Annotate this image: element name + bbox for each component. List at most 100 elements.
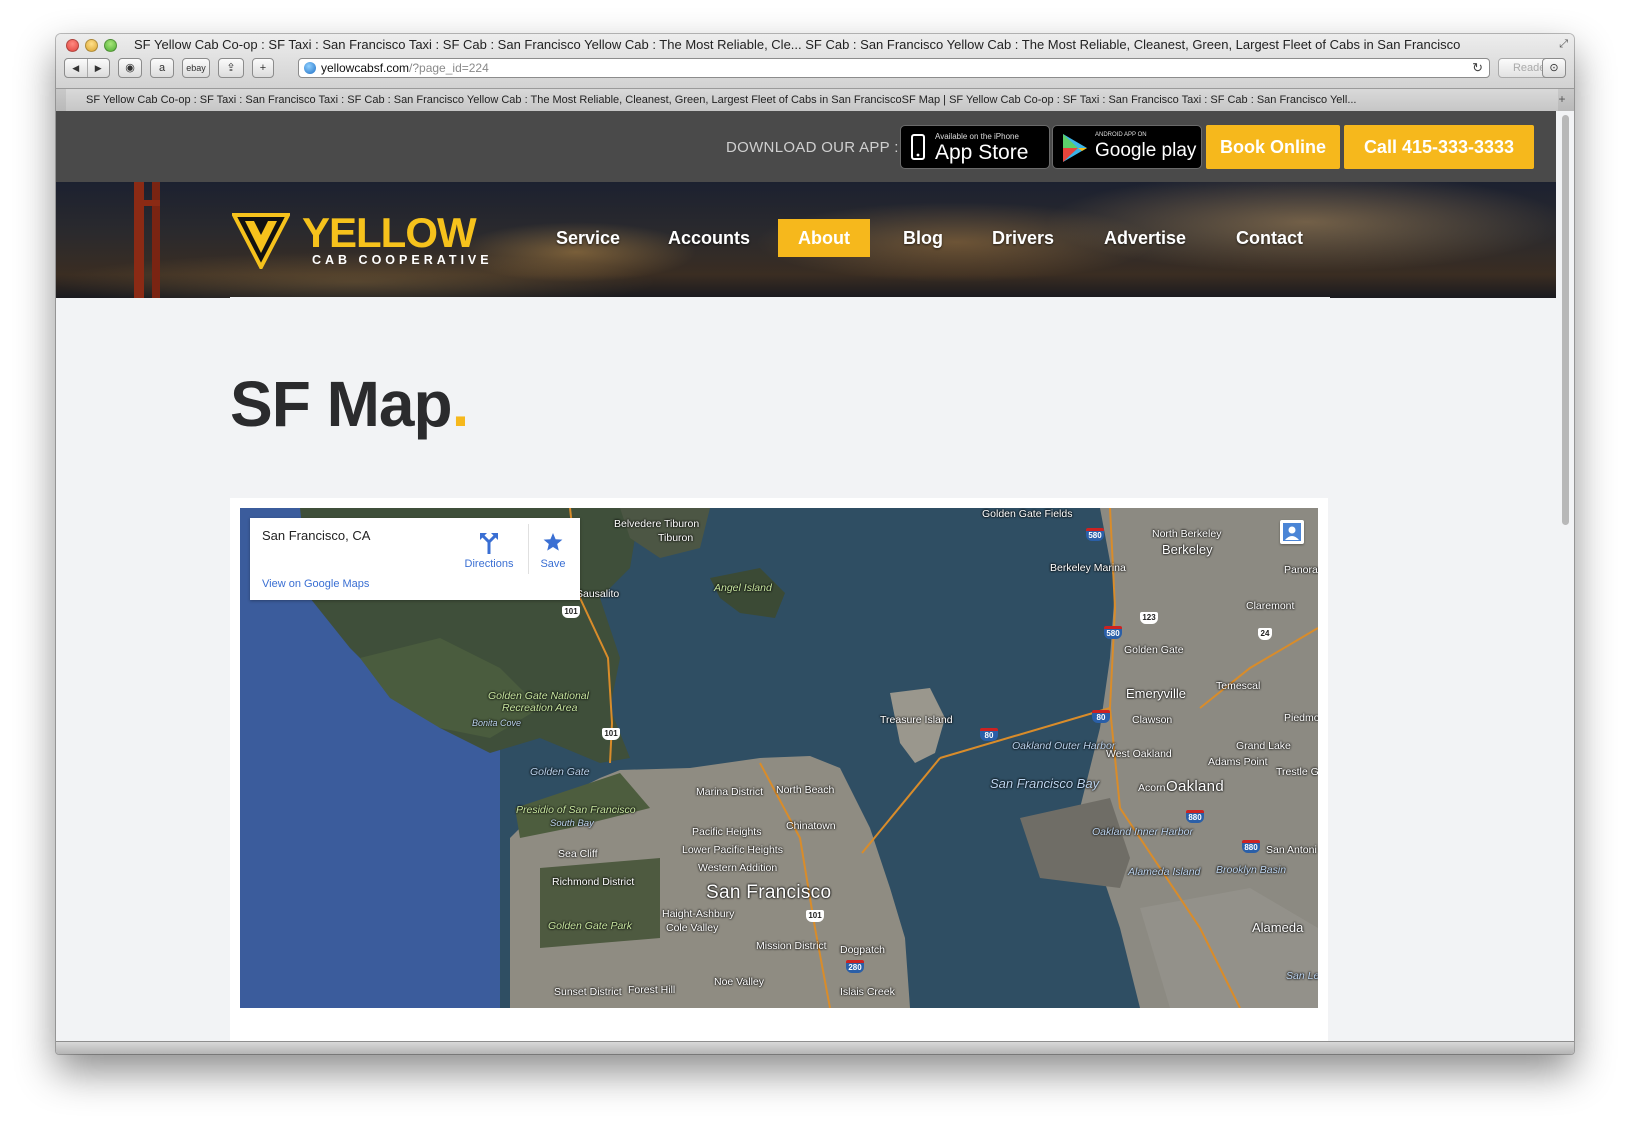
scrollbar-thumb[interactable] <box>1562 115 1569 525</box>
nav-drivers[interactable]: Drivers <box>992 219 1054 257</box>
map-label: Oakland Outer Harbor <box>1012 740 1116 752</box>
map-label: Grand Lake <box>1236 740 1291 752</box>
browser-window: SF Yellow Cab Co-op : SF Taxi : San Fran… <box>56 34 1574 1054</box>
download-icon: ⊙ <box>1549 62 1559 74</box>
back-forward-buttons: ◀ ▶ <box>64 58 110 78</box>
map-label: Haight-Ashbury <box>662 908 735 920</box>
nav-contact[interactable]: Contact <box>1236 219 1303 257</box>
map-embed: Belvedere Tiburon Tiburon Angel Island S… <box>230 498 1328 1041</box>
highway-shield: 580 <box>1104 626 1122 639</box>
map-label: Golden Gate National <box>488 690 589 702</box>
nav-about[interactable]: About <box>778 219 870 257</box>
map-label: Acorn <box>1138 782 1166 794</box>
map-label: Lower Pacific Heights <box>682 844 783 856</box>
extension-button[interactable]: ◉ <box>118 58 142 78</box>
app-store-small-text: Available on the iPhone <box>935 132 1019 141</box>
address-bar[interactable]: yellowcabsf.com/?page_id=224 ↻ <box>298 58 1490 78</box>
reload-icon[interactable]: ↻ <box>1472 59 1483 77</box>
map-label: Dogpatch <box>840 944 885 956</box>
nav-blog[interactable]: Blog <box>902 219 944 257</box>
site-topbar: DOWNLOAD OUR APP : Available on the iPho… <box>56 111 1556 182</box>
highway-shield: 880 <box>1242 840 1260 853</box>
map-label: Angel Island <box>714 582 772 594</box>
map-label: West Oakland <box>1106 748 1172 760</box>
url-host: yellowcabsf.com <box>321 61 410 75</box>
google-map[interactable]: Belvedere Tiburon Tiburon Angel Island S… <box>240 508 1318 1008</box>
highway-shield: 880 <box>1186 810 1204 823</box>
downloads-button[interactable]: ⊙ <box>1542 58 1566 78</box>
page-title-dot: . <box>451 368 470 440</box>
map-label: Alameda <box>1252 920 1304 935</box>
google-play-button[interactable]: ANDROID APP ON Google play <box>1052 125 1202 169</box>
save-button[interactable]: Save <box>528 524 577 574</box>
map-label: Belvedere Tiburon <box>614 518 700 530</box>
page-viewport: DOWNLOAD OUR APP : Available on the iPho… <box>56 111 1556 1041</box>
page-title: SF Map. <box>230 368 470 440</box>
highway-shield: 101 <box>562 606 580 618</box>
map-label: Berkeley <box>1162 542 1213 557</box>
highway-shield: 580 <box>1086 528 1104 541</box>
map-label: Claremont <box>1246 600 1295 612</box>
map-label: Temescal <box>1216 680 1261 692</box>
highway-shield: 123 <box>1140 612 1158 624</box>
map-label: Pacific Heights <box>692 826 762 838</box>
minimize-window-button[interactable] <box>85 39 98 52</box>
view-on-google-maps-link[interactable]: View on Google Maps <box>262 578 369 590</box>
google-play-small-text: ANDROID APP ON <box>1095 132 1147 138</box>
map-label: Recreation Area <box>502 702 578 714</box>
site-logo[interactable]: YELLOW CAB COOPERATIVE <box>232 211 506 273</box>
download-app-label: DOWNLOAD OUR APP : <box>726 139 899 156</box>
map-label: Mission District <box>756 940 827 952</box>
logo-wordmark: YELLOW <box>302 209 477 256</box>
share-icon: ⇪ <box>226 62 236 74</box>
ebay-bookmark-button[interactable]: ebay <box>182 58 210 78</box>
call-button[interactable]: Call 415-333-3333 <box>1344 125 1534 169</box>
app-store-button[interactable]: Available on the iPhone App Store <box>900 125 1050 169</box>
bookmark-button[interactable]: a <box>150 58 174 78</box>
map-label: Chinatown <box>786 820 836 832</box>
nav-accounts[interactable]: Accounts <box>668 219 750 257</box>
tab-current[interactable]: SF Yellow Cab Co-op : SF Taxi : San Fran… <box>66 89 1558 111</box>
google-play-icon <box>1063 134 1087 162</box>
share-button[interactable]: ⇪ <box>218 58 244 78</box>
url-text: yellowcabsf.com/?page_id=224 <box>321 59 489 77</box>
map-label: San Antoni <box>1266 844 1317 856</box>
forward-button[interactable]: ▶ <box>88 59 110 77</box>
map-label: Tiburon <box>658 532 694 544</box>
highway-shield: 101 <box>806 910 824 922</box>
map-info-card: San Francisco, CA View on Google Maps Di… <box>250 518 580 600</box>
amazon-icon: a <box>158 62 166 74</box>
highway-shield: 24 <box>1258 628 1272 640</box>
browser-status-bar <box>56 1041 1574 1054</box>
map-label: Sausalito <box>576 588 620 600</box>
map-label: Golden Gate <box>530 766 590 778</box>
star-icon <box>543 533 563 551</box>
directions-button[interactable]: Directions <box>458 524 520 574</box>
map-label: Piedmo <box>1284 712 1318 724</box>
zoom-window-button[interactable] <box>104 39 117 52</box>
close-window-button[interactable] <box>66 39 79 52</box>
app-store-big-text: App Store <box>935 141 1029 164</box>
yellow-cab-logo-icon <box>232 213 290 269</box>
plus-icon: + <box>259 62 267 74</box>
nav-advertise[interactable]: Advertise <box>1104 219 1186 257</box>
page-scrollbar[interactable] <box>1556 111 1574 1041</box>
browser-toolbar: SF Yellow Cab Co-op : SF Taxi : San Fran… <box>56 34 1574 89</box>
map-label: Clawson <box>1132 714 1173 726</box>
map-label-city: San Francisco <box>706 882 832 903</box>
fullscreen-icon[interactable]: ⤢ <box>1559 38 1568 51</box>
back-button[interactable]: ◀ <box>65 59 88 77</box>
add-bookmark-button[interactable]: + <box>252 58 274 78</box>
map-label: North Beach <box>776 784 835 796</box>
map-label: Treasure Island <box>880 714 953 726</box>
map-label: Western Addition <box>698 862 778 874</box>
book-online-button[interactable]: Book Online <box>1206 125 1340 169</box>
map-label: Emeryville <box>1126 686 1186 701</box>
map-label: Bonita Cove <box>472 718 522 728</box>
directions-label: Directions <box>464 558 514 570</box>
map-label: Oakland Inner Harbor <box>1092 826 1193 838</box>
map-account-button[interactable] <box>1280 520 1304 544</box>
new-tab-icon[interactable]: + <box>1554 91 1570 107</box>
url-path: /?page_id=224 <box>409 61 489 75</box>
nav-service[interactable]: Service <box>556 219 620 257</box>
